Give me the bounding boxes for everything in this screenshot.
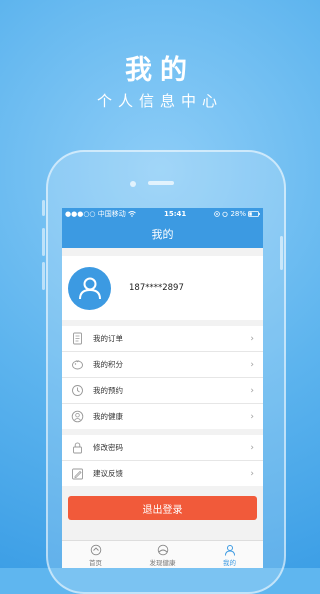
phone-volume-up: [42, 228, 45, 256]
user-icon: [224, 545, 235, 556]
health-icon: [70, 410, 84, 424]
profile-card[interactable]: 187****2897: [62, 256, 263, 320]
orders-icon: [70, 332, 84, 346]
tab-label: 发现健康: [149, 559, 176, 567]
phone-volume-down: [42, 262, 45, 290]
logout-button[interactable]: 退出登录: [68, 496, 257, 520]
page-title: 我的: [151, 228, 174, 241]
menu-item-appointment[interactable]: 我的预约 ›: [62, 378, 263, 404]
tab-bar: 首页 发现健康 我的: [62, 540, 263, 568]
alarm-icon: [222, 211, 229, 217]
status-time: 15:41: [163, 210, 187, 218]
phone-camera: [130, 181, 136, 187]
menu-item-orders[interactable]: 我的订单 ›: [62, 326, 263, 352]
user-phone: 187****2897: [129, 283, 184, 293]
points-icon: [70, 358, 84, 372]
lock-icon: [70, 441, 84, 455]
nav-bar: 我的: [62, 220, 263, 248]
appointment-icon: [70, 384, 84, 398]
user-avatar-icon: [78, 277, 101, 300]
tab-mine[interactable]: 我的: [196, 541, 263, 568]
chevron-right-icon: ›: [250, 468, 254, 479]
chevron-right-icon: ›: [250, 411, 254, 422]
promo-subtitle: 个人信息中心: [96, 92, 223, 110]
tab-home[interactable]: 首页: [62, 541, 129, 568]
chevron-right-icon: ›: [250, 333, 254, 344]
app-screen: ●●●○○ 中国移动 15:41 28% 我的 187****2897 我的订单: [62, 208, 263, 568]
tab-discover-health[interactable]: 发现健康: [129, 541, 196, 568]
feedback-icon: [70, 467, 84, 481]
menu-item-change-password[interactable]: 修改密码 ›: [62, 435, 263, 461]
menu-item-label: 修改密码: [93, 443, 123, 452]
wifi-icon: [127, 211, 136, 217]
chevron-right-icon: ›: [250, 385, 254, 396]
home-icon: [90, 544, 101, 556]
location-icon: [214, 211, 221, 217]
menu-item-label: 我的预约: [93, 386, 123, 395]
phone-speaker: [148, 181, 174, 185]
tab-label: 首页: [89, 559, 102, 567]
promo-title: 我的: [125, 55, 195, 86]
menu-item-feedback[interactable]: 建议反馈 ›: [62, 461, 263, 486]
battery-percent: 28%: [230, 210, 246, 218]
chevron-right-icon: ›: [250, 442, 254, 453]
discover-icon: [157, 544, 168, 556]
menu-item-points[interactable]: 我的积分 ›: [62, 352, 263, 378]
menu-item-label: 我的订单: [93, 334, 123, 343]
menu-item-health[interactable]: 我的健康 ›: [62, 404, 263, 429]
menu-item-label: 建议反馈: [93, 469, 123, 478]
menu-group-settings: 修改密码 › 建议反馈 ›: [62, 435, 263, 486]
tab-label: 我的: [223, 559, 236, 567]
avatar[interactable]: [68, 266, 111, 310]
carrier-label: ●●●○○ 中国移动: [65, 210, 126, 218]
battery-icon: [248, 211, 260, 217]
menu-item-label: 我的积分: [93, 360, 123, 369]
menu-group-account: 我的订单 › 我的积分 › 我的预约 › 我的健康 ›: [62, 326, 263, 429]
menu-item-label: 我的健康: [93, 412, 123, 421]
status-bar: ●●●○○ 中国移动 15:41 28%: [62, 208, 263, 220]
phone-power-button: [280, 236, 283, 270]
phone-mute-switch: [42, 200, 45, 216]
chevron-right-icon: ›: [250, 359, 254, 370]
